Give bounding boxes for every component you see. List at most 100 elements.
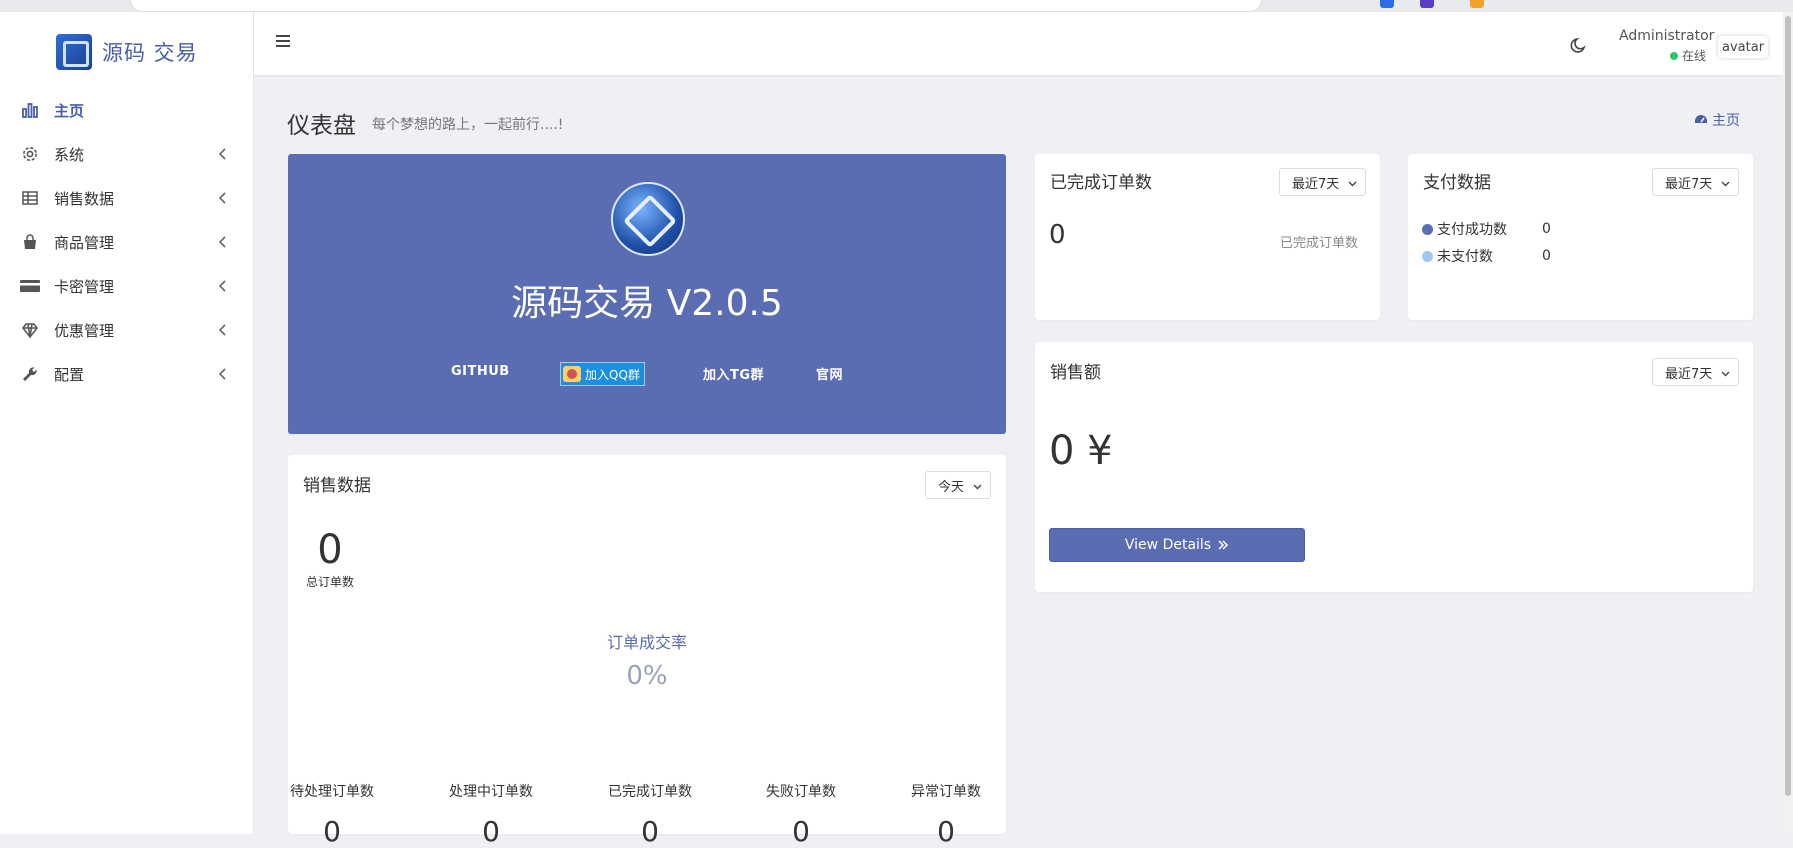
chevron-left-icon (218, 368, 226, 380)
period-select-value: 最近7天 (1292, 176, 1340, 192)
official-site-link[interactable]: 官网 (816, 364, 843, 383)
conversion-rate-label: 订单成交率 (606, 633, 687, 652)
hero-card: 源码交易 V2.0.5 GITHUB 加入QQ群 加入TG群 官网 (288, 154, 1006, 434)
period-select[interactable]: 最近7天 (1652, 168, 1740, 196)
moon-icon[interactable] (1570, 36, 1588, 54)
breadcrumb[interactable]: 主页 (1694, 110, 1740, 130)
chevron-left-icon (218, 324, 226, 336)
online-status-dot (1670, 51, 1678, 60)
diamond-icon (20, 320, 40, 340)
period-select-value: 最近7天 (1665, 366, 1713, 382)
stat-pending: 待处理订单数 0 (272, 781, 392, 848)
legend-label: 支付成功数 (1437, 222, 1507, 238)
extension-icon[interactable] (1420, 0, 1434, 8)
sidebar-item-system[interactable]: 系统 (0, 132, 253, 176)
extension-icon[interactable] (1470, 0, 1484, 8)
chevron-down-icon (1348, 181, 1357, 187)
qq-group-icon (563, 366, 581, 382)
hero-logo-icon (611, 182, 685, 256)
sidebar-item-label: 主页 (54, 101, 85, 120)
conversion-rate-value: 0% (626, 661, 668, 691)
stat-label: 已完成订单数 (608, 784, 692, 800)
sidebar: 源码 交易 主页 系统 销售数据 商品管理 卡密管理 优惠管理 配置 (0, 12, 254, 834)
total-orders-label: 总订单数 (305, 575, 354, 589)
sales-amount-card: 销售额 最近7天 0 ¥ View Details (1035, 342, 1753, 592)
address-bar[interactable] (130, 0, 1262, 12)
sidebar-item-label: 优惠管理 (54, 321, 115, 340)
stat-value: 0 (482, 815, 500, 848)
legend-dot (1422, 223, 1433, 235)
legend-label: 未支付数 (1437, 249, 1493, 265)
github-link[interactable]: GITHUB (451, 364, 510, 379)
period-select-value: 最近7天 (1665, 176, 1713, 192)
page-subtitle: 每个梦想的路上，一起前行....! (372, 117, 564, 133)
total-orders-value: 0 (317, 527, 343, 573)
stat-value: 0 (937, 815, 955, 848)
scrollbar-thumb[interactable] (1785, 16, 1791, 796)
completed-orders-label: 已完成订单数 (1280, 236, 1359, 251)
sales-amount-value: 0 ¥ (1049, 428, 1113, 474)
legend-item-paid: 支付成功数 0 (1422, 219, 1551, 239)
period-select-value: 今天 (938, 479, 965, 495)
brand[interactable]: 源码 交易 (56, 34, 198, 70)
join-qq-button[interactable]: 加入QQ群 (560, 362, 645, 386)
sidebar-item-products[interactable]: 商品管理 (0, 220, 253, 264)
legend-value: 0 (1542, 221, 1551, 237)
table-icon (20, 188, 40, 208)
sidebar-item-config[interactable]: 配置 (0, 352, 253, 396)
completed-orders-card: 已完成订单数 最近7天 0 已完成订单数 (1035, 154, 1380, 320)
stat-label: 处理中订单数 (449, 784, 533, 800)
extension-icon[interactable] (1380, 0, 1394, 8)
avatar[interactable]: avatar (1718, 36, 1769, 58)
join-qq-label: 加入QQ群 (585, 367, 640, 382)
stat-value: 0 (792, 815, 810, 848)
period-select[interactable]: 今天 (925, 471, 992, 499)
stat-value: 0 (641, 815, 659, 848)
view-details-button[interactable]: View Details (1049, 528, 1305, 562)
hero-title: 源码交易 V2.0.5 (511, 283, 783, 324)
chevron-left-icon (218, 236, 226, 248)
stat-label: 失败订单数 (766, 784, 836, 800)
user-name[interactable]: Administrator (1619, 28, 1714, 44)
chevron-left-icon (218, 192, 226, 204)
page-title: 仪表盘 (287, 113, 356, 139)
brand-logo-icon (56, 34, 92, 70)
stat-value: 0 (323, 815, 341, 848)
sidebar-item-home[interactable]: 主页 (0, 88, 253, 132)
stat-abnormal: 异常订单数 0 (886, 781, 1006, 848)
stat-label: 异常订单数 (911, 784, 981, 800)
shopping-bag-icon (20, 232, 40, 252)
sidebar-item-discounts[interactable]: 优惠管理 (0, 308, 253, 352)
card-title: 销售数据 (303, 476, 371, 496)
sidebar-item-label: 销售数据 (54, 189, 115, 208)
card-title: 销售额 (1050, 363, 1101, 383)
sidebar-nav: 主页 系统 销售数据 商品管理 卡密管理 优惠管理 配置 (0, 88, 253, 396)
view-details-label: View Details (1124, 537, 1212, 553)
payment-data-card: 支付数据 最近7天 支付成功数 0 未支付数 0 (1408, 154, 1753, 320)
sidebar-item-label: 配置 (54, 365, 85, 384)
sidebar-item-sales-data[interactable]: 销售数据 (0, 176, 253, 220)
gear-icon (20, 144, 40, 164)
chevron-down-icon (1721, 371, 1730, 377)
chevron-down-icon (973, 484, 982, 490)
period-select[interactable]: 最近7天 (1279, 168, 1367, 196)
sidebar-item-label: 商品管理 (54, 233, 115, 252)
bar-chart-icon (20, 100, 40, 120)
sidebar-item-card-codes[interactable]: 卡密管理 (0, 264, 253, 308)
breadcrumb-label: 主页 (1712, 113, 1740, 129)
card-title: 已完成订单数 (1050, 173, 1152, 193)
stat-completed: 已完成订单数 0 (590, 781, 710, 848)
period-select[interactable]: 最近7天 (1652, 358, 1740, 386)
sidebar-item-label: 卡密管理 (54, 277, 115, 296)
brand-name: 源码 交易 (102, 41, 198, 65)
double-chevron-right-icon (1218, 540, 1229, 550)
sales-data-card: 销售数据 今天 0 总订单数 订单成交率 0% 待处理订单数 0 处理中订单数 … (288, 455, 1006, 848)
chevron-left-icon (218, 148, 226, 160)
page-scrollbar[interactable] (1783, 12, 1793, 834)
join-tg-link[interactable]: 加入TG群 (703, 364, 764, 383)
top-bar: Administrator 在线 avatar (254, 12, 1793, 75)
browser-toolbar (0, 0, 1793, 12)
hamburger-menu-icon[interactable] (274, 32, 292, 50)
credit-card-icon (20, 276, 40, 296)
chevron-down-icon (1721, 181, 1730, 187)
